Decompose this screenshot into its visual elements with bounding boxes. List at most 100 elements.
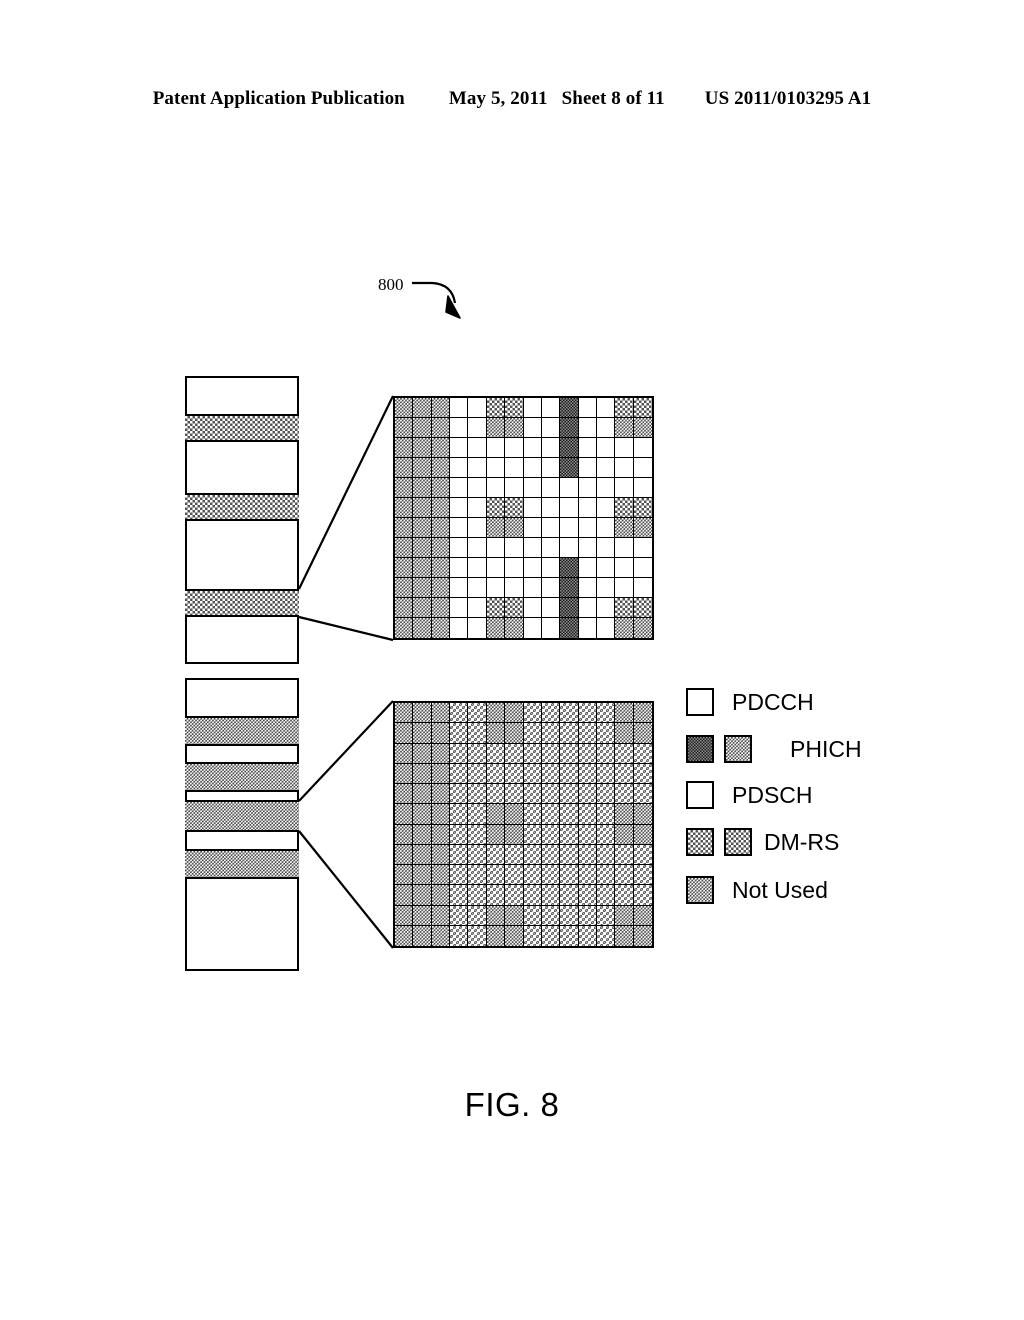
resource-element: [615, 925, 634, 946]
resource-element: [486, 458, 506, 478]
legend-item-pdsch: PDSCH: [686, 781, 813, 809]
resource-element: [615, 763, 634, 784]
resource-element: [450, 578, 469, 598]
legend-label: PHICH: [790, 735, 862, 762]
resource-element: [578, 418, 597, 438]
resource-element: [395, 478, 414, 498]
resource-element: [395, 844, 414, 865]
resource-element: [431, 844, 451, 865]
resource-element: [413, 824, 432, 845]
resource-element: [596, 478, 616, 498]
resource-element: [413, 885, 432, 906]
resource-block-band: [185, 800, 299, 832]
legend-swatch-white: [686, 688, 714, 716]
resource-element: [505, 865, 524, 886]
resource-element: [450, 865, 469, 886]
resource-element: [560, 518, 579, 538]
resource-element: [633, 578, 652, 598]
resource-element: [615, 618, 634, 638]
resource-element: [395, 558, 414, 578]
resource-element: [596, 598, 616, 618]
resource-element: [450, 438, 469, 458]
resource-element: [615, 598, 634, 618]
resource-element: [395, 438, 414, 458]
resource-element: [541, 518, 561, 538]
resource-element: [486, 743, 506, 764]
resource-element: [523, 558, 542, 578]
resource-element: [633, 743, 652, 764]
resource-element: [468, 458, 487, 478]
resource-element: [523, 865, 542, 886]
resource-element: [541, 723, 561, 744]
resource-element: [431, 598, 451, 618]
resource-element: [541, 925, 561, 946]
resource-element: [450, 784, 469, 805]
resource-element: [523, 703, 542, 724]
resource-element: [560, 498, 579, 518]
resource-element: [523, 723, 542, 744]
resource-element: [413, 844, 432, 865]
resource-element: [560, 925, 579, 946]
resource-element: [505, 418, 524, 438]
resource-element: [486, 558, 506, 578]
resource-element: [468, 598, 487, 618]
resource-element: [450, 905, 469, 926]
figure-800: 800 PDCCH PHICH PDSCH DM-RS Not Used FIG. 8: [0, 0, 1024, 1320]
resource-element: [395, 925, 414, 946]
resource-element: [596, 723, 616, 744]
resource-element: [505, 538, 524, 558]
resource-element: [578, 784, 597, 805]
resource-element: [615, 458, 634, 478]
resource-element: [395, 578, 414, 598]
resource-element: [450, 598, 469, 618]
resource-element: [615, 538, 634, 558]
resource-element: [431, 458, 451, 478]
resource-element: [450, 703, 469, 724]
resource-element: [505, 438, 524, 458]
resource-element: [395, 398, 414, 418]
resource-element: [615, 784, 634, 805]
resource-element: [486, 398, 506, 418]
legend-label: PDSCH: [732, 781, 813, 808]
resource-element: [468, 398, 487, 418]
resource-element: [560, 804, 579, 825]
resource-element: [633, 784, 652, 805]
resource-element: [541, 804, 561, 825]
resource-element: [523, 885, 542, 906]
resource-element: [560, 478, 579, 498]
resource-element: [431, 498, 451, 518]
resource-element: [505, 784, 524, 805]
resource-element: [486, 538, 506, 558]
legend-label: DM-RS: [764, 828, 840, 855]
resource-element: [633, 398, 652, 418]
resource-element: [596, 804, 616, 825]
resource-element: [395, 885, 414, 906]
resource-element: [578, 498, 597, 518]
resource-element: [596, 743, 616, 764]
resource-element: [523, 763, 542, 784]
resource-element: [413, 398, 432, 418]
resource-element: [486, 905, 506, 926]
resource-element: [541, 438, 561, 458]
resource-element: [431, 538, 451, 558]
resource-element: [541, 784, 561, 805]
legend-item-pdcch: PDCCH: [686, 688, 814, 716]
resource-element: [578, 865, 597, 886]
resource-element: [486, 438, 506, 458]
resource-element: [615, 865, 634, 886]
resource-element: [596, 558, 616, 578]
resource-element: [560, 885, 579, 906]
resource-element: [468, 578, 487, 598]
resource-element: [578, 703, 597, 724]
resource-element: [578, 518, 597, 538]
resource-element: [486, 518, 506, 538]
resource-element: [633, 598, 652, 618]
resource-element: [486, 784, 506, 805]
resource-element: [596, 763, 616, 784]
resource-element: [486, 418, 506, 438]
resource-element: [633, 824, 652, 845]
resource-element: [486, 925, 506, 946]
resource-element: [505, 458, 524, 478]
resource-element: [578, 618, 597, 638]
resource-element: [505, 743, 524, 764]
